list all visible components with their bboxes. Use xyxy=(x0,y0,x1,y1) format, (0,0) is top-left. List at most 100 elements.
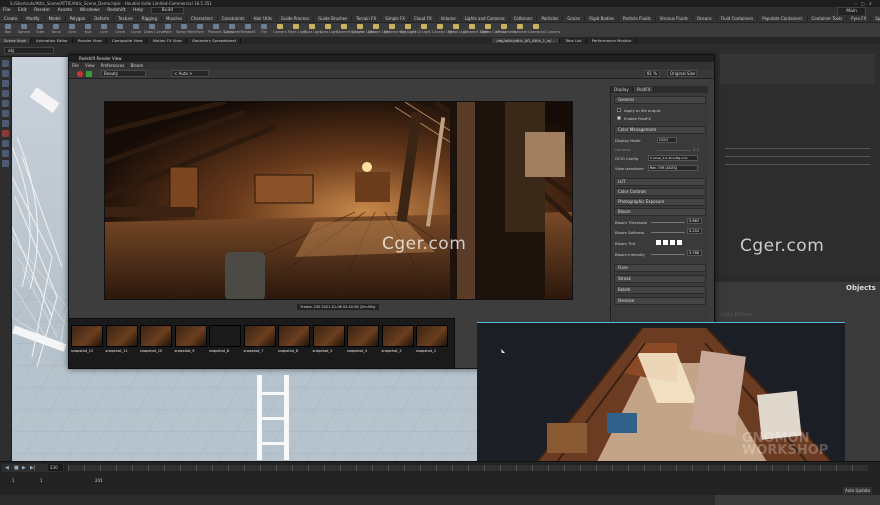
shelf-tool-metaball[interactable]: Metaball xyxy=(240,23,256,34)
scale-tool-icon[interactable] xyxy=(2,90,9,97)
shelf-tab-guide-process[interactable]: Guide Process xyxy=(276,16,315,21)
bloom-threshold-value[interactable]: 5.663 xyxy=(687,218,702,224)
menu-assets[interactable]: Assets xyxy=(58,8,73,13)
view-tool-icon[interactable] xyxy=(2,120,9,127)
bloom-intensity-value[interactable]: 5.766 xyxy=(687,250,702,256)
snapshot-thumbnail[interactable] xyxy=(312,325,345,347)
shelf-tool-grid[interactable]: Grid xyxy=(64,23,80,34)
display-options-icon[interactable] xyxy=(2,160,9,167)
render-start-icon[interactable] xyxy=(86,71,92,77)
tab-network-path[interactable]: /obj/attic/attic_AO_Attic_1_w/... xyxy=(492,38,561,43)
section-color-controls[interactable]: Color Controls xyxy=(614,188,706,196)
shelf-tab-rigging[interactable]: Rigging xyxy=(137,16,162,21)
menu-edit[interactable]: Edit xyxy=(18,8,27,13)
ocio-config-field[interactable]: C:/aces_1.0.3/config.ocio xyxy=(648,155,698,161)
rv-menu-bloom[interactable]: Bloom xyxy=(131,63,144,68)
shelf-tool-l-system[interactable]: L-System xyxy=(224,23,240,34)
shelf-tab-pyro-fx[interactable]: Pyro FX xyxy=(847,16,872,21)
enable-postfx-checkbox[interactable] xyxy=(617,116,621,120)
tab-performance-monitor[interactable]: Performance Monitor xyxy=(587,38,637,43)
tab-scene-view[interactable]: Scene View xyxy=(0,38,31,43)
tab-take-list[interactable]: Take List xyxy=(561,38,587,43)
shelf-tool-line[interactable]: Line xyxy=(96,23,112,34)
snapshot-thumbnail[interactable] xyxy=(209,325,241,347)
shelf-tab-lights-and-cameras[interactable]: Lights and Cameras xyxy=(460,16,510,21)
shelf-tab-guide-brushes[interactable]: Guide Brushes xyxy=(314,16,353,21)
shelf-tab-terrain-fx[interactable]: Terrain FX xyxy=(352,16,382,21)
tab-display[interactable]: Display xyxy=(611,87,633,92)
aov-dropdown[interactable]: Beauty xyxy=(101,70,146,77)
play-icon[interactable]: ▶ xyxy=(22,465,26,471)
rv-menu-file[interactable]: File xyxy=(72,63,79,68)
zoom-field[interactable]: 81 % xyxy=(644,70,660,77)
shelf-tab-simple-fx[interactable]: Simple FX xyxy=(381,16,411,21)
shelf-tool-volume-light[interactable]: Volume Light xyxy=(352,23,375,34)
bloom-tint-swatch[interactable] xyxy=(670,240,675,245)
tab-composite-view[interactable]: Composite View xyxy=(108,38,148,43)
section-bokeh[interactable]: Bokeh xyxy=(614,286,706,294)
shelf-tool-gamepad-camera[interactable]: Gamepad Camera xyxy=(528,23,560,34)
section-flare[interactable]: Flare xyxy=(614,264,706,272)
shelf-tool-distant-light[interactable]: Distant Light xyxy=(368,23,390,34)
section-bloom[interactable]: Bloom xyxy=(614,208,706,216)
camera-dropdown[interactable]: < Auto > xyxy=(171,70,209,77)
shelf-tab-hair-utils[interactable]: Hair Utils xyxy=(249,16,277,21)
shelf-tool-portal-light[interactable]: Portal Light xyxy=(448,23,468,34)
shelf-tab-collisions[interactable]: Collisions xyxy=(509,16,538,21)
section-general[interactable]: General xyxy=(614,96,706,104)
path-field[interactable]: obj xyxy=(4,47,54,54)
render-image[interactable]: Cger.com xyxy=(104,101,573,300)
shelf-tool-file[interactable]: File xyxy=(256,23,272,34)
pose-tool-icon[interactable] xyxy=(2,110,9,117)
move-tool-icon[interactable] xyxy=(2,70,9,77)
shelf-tool-vr-camera[interactable]: VR Camera xyxy=(496,23,516,34)
shelf-tab-model[interactable]: Model xyxy=(44,16,66,21)
shelf-tab-populate-containers[interactable]: Populate Containers xyxy=(758,16,808,21)
shelf-tool-platonic-solids[interactable]: Platonic Solids xyxy=(208,23,233,34)
tab-animation-editor[interactable]: Animation Editor xyxy=(32,38,73,43)
timeline-track[interactable] xyxy=(68,465,868,471)
tab-motion-fx-view[interactable]: Motion FX View xyxy=(148,38,187,43)
stop-icon[interactable]: ■ xyxy=(14,465,19,471)
bloom-softness-slider[interactable] xyxy=(651,232,685,233)
shelf-tool-caustic-light[interactable]: Caustic Light xyxy=(432,23,455,34)
shelf-tool-path[interactable]: Path xyxy=(160,23,176,34)
bloom-threshold-slider[interactable] xyxy=(651,222,685,223)
shelf-tab-cloud-fx[interactable]: Cloud FX xyxy=(410,16,437,21)
shelf-tab-modify[interactable]: Modify xyxy=(22,16,45,21)
shelf-tab-constraints[interactable]: Constraints xyxy=(217,16,250,21)
section-photographic-exposure[interactable]: Photographic Exposure xyxy=(614,198,706,206)
shelf-tool-draw-curve[interactable]: Draw Curve xyxy=(144,23,165,34)
shelf-tool-sky-light[interactable]: Sky Light xyxy=(400,23,416,34)
tab-postfx[interactable]: PostFX xyxy=(634,87,655,92)
bloom-tint-swatch[interactable] xyxy=(677,240,682,245)
param-slider[interactable] xyxy=(725,164,870,165)
shelf-tool-tube[interactable]: Tube xyxy=(32,23,48,34)
snapshot-thumbnail[interactable] xyxy=(347,325,379,347)
shelf-tab-characters[interactable]: Characters xyxy=(186,16,218,21)
menu-file[interactable]: File xyxy=(3,8,11,13)
shelf-tool-sphere[interactable]: Sphere xyxy=(16,23,32,34)
next-frame-icon[interactable]: ▶| xyxy=(30,465,36,471)
section-color-management[interactable]: Color Management xyxy=(614,126,706,134)
tab-render-view[interactable]: Render View xyxy=(74,38,107,43)
apply-to-file-checkbox[interactable] xyxy=(617,108,621,112)
size-dropdown[interactable]: Original Size xyxy=(667,70,697,77)
select-tool-icon[interactable] xyxy=(2,60,9,67)
shelf-tab-fluid-containers[interactable]: Fluid Containers xyxy=(716,16,759,21)
render-stop-icon[interactable] xyxy=(77,71,83,77)
shelf-tool-gi-light[interactable]: GI Light xyxy=(416,23,432,34)
shelf-tab-sparse-pyro-fx[interactable]: Sparse Pyro FX xyxy=(871,16,880,21)
shelf-tool-torus[interactable]: Torus xyxy=(48,23,64,34)
shelf-tool-ambient-light[interactable]: Ambient Light xyxy=(464,23,489,34)
section-streak[interactable]: Streak xyxy=(614,275,706,283)
end-frame[interactable]: 241 xyxy=(95,478,103,483)
gamma-slider[interactable] xyxy=(657,150,691,151)
shelf-tab-rigid-bodies[interactable]: Rigid Bodies xyxy=(585,16,620,21)
menu-redshift[interactable]: Redshift xyxy=(107,8,125,13)
handle-tool-icon[interactable] xyxy=(2,100,9,107)
shelf-tool-spray-paint[interactable]: Spray Paint xyxy=(176,23,196,34)
shelf-tool-null[interactable]: Null xyxy=(80,23,96,34)
snapshot-thumbnail[interactable] xyxy=(243,325,276,347)
tab-geometry-spreadsheet[interactable]: Geometry Spreadsheet xyxy=(188,38,242,43)
